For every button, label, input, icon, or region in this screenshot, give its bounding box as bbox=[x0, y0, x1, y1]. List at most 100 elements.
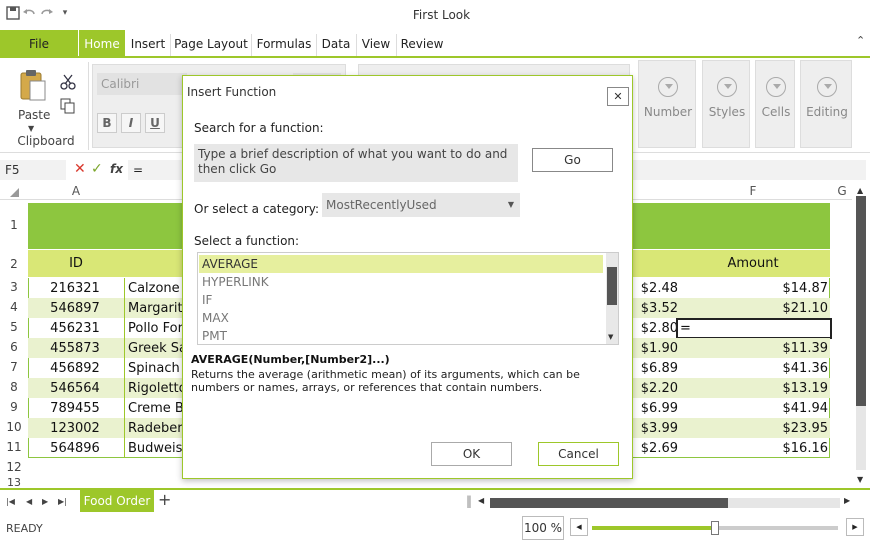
zoom-slider[interactable] bbox=[592, 521, 838, 535]
cell-amount[interactable]: $11.39 bbox=[678, 341, 829, 356]
font-name-box[interactable]: Calibri bbox=[97, 73, 187, 95]
header-amount[interactable]: Amount bbox=[676, 256, 830, 271]
cell-amount[interactable]: $41.94 bbox=[678, 401, 829, 416]
cell-name[interactable]: Rigoletto bbox=[128, 381, 184, 396]
cell-name[interactable]: Margarita bbox=[128, 301, 184, 316]
function-item[interactable]: HYPERLINK bbox=[199, 273, 603, 291]
cell-name[interactable]: Budweise bbox=[128, 441, 184, 456]
cell-amount[interactable]: $41.36 bbox=[678, 361, 829, 376]
cell-id[interactable]: 455873 bbox=[28, 341, 122, 356]
collapse-ribbon-icon[interactable]: ⌃ bbox=[856, 34, 865, 47]
row-number[interactable]: 1 bbox=[0, 218, 28, 232]
paste-button[interactable]: Paste bbox=[18, 108, 50, 122]
name-box[interactable]: F5 bbox=[0, 160, 66, 180]
select-all-icon[interactable] bbox=[10, 188, 19, 197]
scroll-down-icon[interactable]: ▼ bbox=[857, 475, 863, 484]
cell-id[interactable]: 216321 bbox=[28, 281, 122, 296]
italic-button[interactable]: I bbox=[121, 113, 141, 133]
cell-name[interactable]: Pollo Forn bbox=[128, 321, 184, 336]
vertical-scrollbar[interactable]: ▲ ▼ bbox=[852, 182, 870, 488]
cell-name[interactable]: Greek Sal bbox=[128, 341, 184, 356]
cancel-entry-icon[interactable]: ✕ bbox=[74, 162, 86, 176]
vertical-scroll-thumb[interactable] bbox=[856, 196, 866, 406]
insert-function-button[interactable]: fx bbox=[110, 162, 123, 176]
cell-price[interactable]: $1.90 bbox=[634, 341, 678, 356]
first-sheet-icon[interactable]: |◀ bbox=[6, 497, 15, 506]
cell-id[interactable]: 456892 bbox=[28, 361, 122, 376]
function-item[interactable]: PMT bbox=[199, 327, 603, 345]
cell-name[interactable]: Creme Br bbox=[128, 401, 184, 416]
column-header-g[interactable]: G bbox=[832, 184, 852, 198]
row-number[interactable]: 12 bbox=[0, 460, 28, 474]
cells-group[interactable]: Cells bbox=[755, 60, 795, 148]
cell-name[interactable]: Calzone bbox=[128, 281, 184, 296]
prev-sheet-icon[interactable]: ◀ bbox=[26, 497, 32, 506]
function-list[interactable]: AVERAGE HYPERLINK IF MAX PMT ▼ bbox=[197, 252, 619, 345]
zoom-in-icon[interactable]: ▶ bbox=[846, 518, 864, 536]
column-header-a[interactable]: A bbox=[28, 184, 124, 198]
category-select[interactable]: MostRecentlyUsed ▼ bbox=[322, 193, 520, 217]
cell-price[interactable]: $2.80 bbox=[634, 321, 678, 336]
cell-price[interactable]: $3.99 bbox=[634, 421, 678, 436]
editing-group[interactable]: Editing bbox=[800, 60, 852, 148]
column-header-f[interactable]: F bbox=[676, 184, 830, 198]
ok-button[interactable]: OK bbox=[431, 442, 512, 466]
number-group[interactable]: Number bbox=[638, 60, 696, 148]
next-sheet-icon[interactable]: ▶ bbox=[42, 497, 48, 506]
tab-page-layout[interactable]: Page Layout bbox=[172, 30, 250, 58]
cell-id[interactable]: 456231 bbox=[28, 321, 122, 336]
active-cell-f5[interactable]: = bbox=[676, 318, 832, 339]
cell-id[interactable]: 789455 bbox=[28, 401, 122, 416]
dialog-close-button[interactable]: ✕ bbox=[607, 87, 629, 106]
cell-id[interactable]: 564896 bbox=[28, 441, 122, 456]
function-item-selected[interactable]: AVERAGE bbox=[199, 255, 603, 273]
go-button[interactable]: Go bbox=[532, 148, 613, 172]
tab-review[interactable]: Review bbox=[398, 30, 446, 58]
paste-icon[interactable] bbox=[18, 68, 48, 102]
horizontal-scroll-track[interactable] bbox=[728, 498, 840, 508]
function-list-scroll-down-icon[interactable]: ▼ bbox=[608, 333, 613, 341]
add-sheet-button[interactable]: + bbox=[158, 490, 171, 509]
cell-price[interactable]: $2.69 bbox=[634, 441, 678, 456]
cell-amount[interactable]: $23.95 bbox=[678, 421, 829, 436]
underline-button[interactable]: U bbox=[145, 113, 165, 133]
tab-file[interactable]: File bbox=[0, 30, 78, 58]
cell-id[interactable]: 546564 bbox=[28, 381, 122, 396]
cut-icon[interactable] bbox=[60, 74, 76, 90]
cell-amount[interactable]: $21.10 bbox=[678, 301, 829, 316]
bold-button[interactable]: B bbox=[97, 113, 117, 133]
tab-home[interactable]: Home bbox=[79, 30, 125, 58]
cell-price[interactable]: $6.89 bbox=[634, 361, 678, 376]
tab-insert[interactable]: Insert bbox=[127, 30, 169, 58]
function-list-scroll-thumb[interactable] bbox=[607, 267, 617, 305]
function-item[interactable]: IF bbox=[199, 291, 603, 309]
vertical-scroll-track[interactable] bbox=[856, 406, 866, 470]
cell-id[interactable]: 123002 bbox=[28, 421, 122, 436]
function-search-input[interactable]: Type a brief description of what you wan… bbox=[194, 144, 518, 182]
tab-view[interactable]: View bbox=[358, 30, 394, 58]
function-list-scrollbar[interactable]: ▼ bbox=[606, 253, 618, 344]
cell-price[interactable]: $6.99 bbox=[634, 401, 678, 416]
cell-price[interactable]: $2.20 bbox=[634, 381, 678, 396]
cell-name[interactable]: Radeberg bbox=[128, 421, 184, 436]
zoom-level-box[interactable]: 100 % bbox=[522, 516, 564, 540]
sheet-tab-food-order[interactable]: Food Order bbox=[80, 490, 154, 512]
cell-name[interactable]: Spinach a bbox=[128, 361, 184, 376]
scroll-left-icon[interactable]: ◀ bbox=[478, 496, 484, 505]
paste-dropdown-icon[interactable]: ▼ bbox=[28, 124, 34, 133]
scroll-up-icon[interactable]: ▲ bbox=[857, 186, 863, 195]
header-id[interactable]: ID bbox=[28, 256, 124, 271]
styles-group[interactable]: Styles bbox=[702, 60, 750, 148]
cell-amount[interactable]: $14.87 bbox=[678, 281, 829, 296]
tab-data[interactable]: Data bbox=[318, 30, 354, 58]
last-sheet-icon[interactable]: ▶| bbox=[58, 497, 67, 506]
zoom-out-icon[interactable]: ◀ bbox=[570, 518, 588, 536]
split-handle-icon[interactable]: ‖ bbox=[466, 494, 472, 508]
horizontal-scroll-thumb[interactable] bbox=[490, 498, 728, 508]
row-number[interactable]: 2 bbox=[0, 257, 28, 271]
tab-formulas[interactable]: Formulas bbox=[253, 30, 315, 58]
cell-price[interactable]: $2.48 bbox=[634, 281, 678, 296]
confirm-entry-icon[interactable]: ✓ bbox=[91, 162, 103, 176]
cell-amount[interactable]: $16.16 bbox=[678, 441, 829, 456]
cell-id[interactable]: 546897 bbox=[28, 301, 122, 316]
